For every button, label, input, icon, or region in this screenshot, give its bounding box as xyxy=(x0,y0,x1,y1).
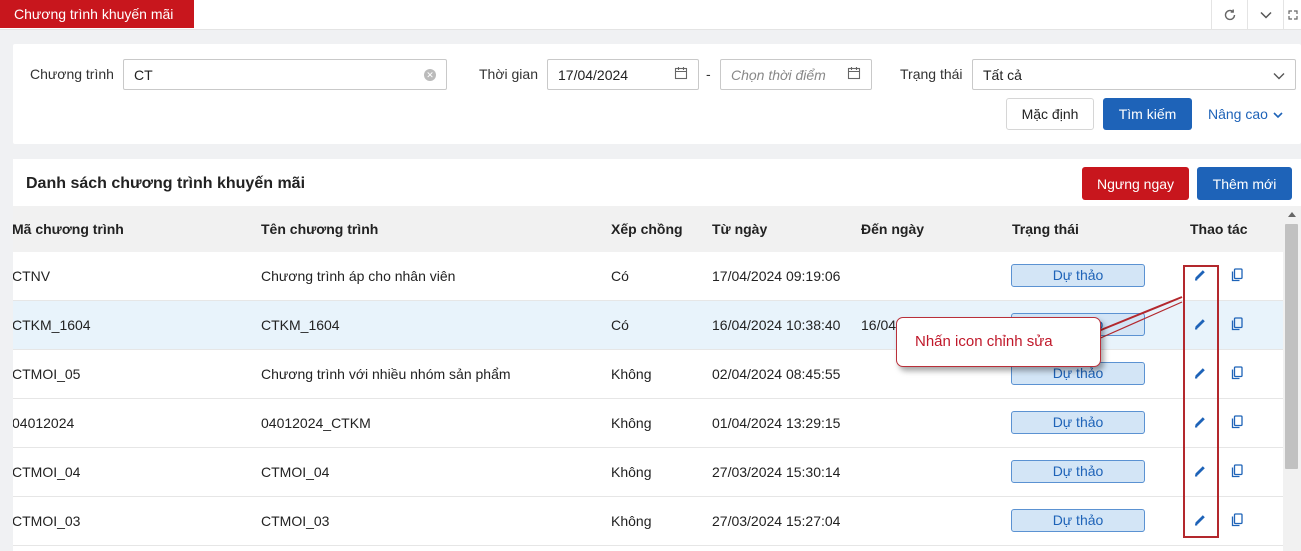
col-name[interactable]: Tên chương trình xyxy=(261,221,378,237)
refresh-icon[interactable] xyxy=(1211,0,1247,30)
status-badge: Dự thảo xyxy=(1011,411,1145,434)
advanced-link-label: Nâng cao xyxy=(1208,106,1268,122)
expand-icon[interactable] xyxy=(1283,0,1301,30)
edit-icon[interactable] xyxy=(1191,462,1209,480)
table-header: Mã chương trình Tên chương trình Xếp chồ… xyxy=(13,206,1283,252)
advanced-link[interactable]: Nâng cao xyxy=(1208,106,1283,122)
edit-icon[interactable] xyxy=(1191,413,1209,431)
cell-name: Chương trình áp cho nhân viên xyxy=(261,268,456,284)
table-row[interactable]: 04012024 04012024_CTKM Không 01/04/2024 13:… xyxy=(13,399,1283,448)
date-separator: - xyxy=(706,66,711,82)
cell-name: Chương trình với nhiều nhóm sản phẩm xyxy=(261,366,511,382)
cell-name: CTMOI_03 xyxy=(261,513,330,529)
edit-icon[interactable] xyxy=(1191,266,1209,284)
cell-name: 04012024_CTKM xyxy=(261,415,371,431)
col-to-date[interactable]: Đến ngày xyxy=(861,221,924,237)
copy-icon[interactable] xyxy=(1228,266,1246,284)
status-badge: Dự thảo xyxy=(1011,264,1145,287)
top-bar: Chương trình khuyến mãi xyxy=(0,0,1301,30)
vertical-scrollbar[interactable] xyxy=(1283,206,1301,551)
cell-code[interactable]: CTMOI_04 xyxy=(13,464,80,480)
date-to-placeholder: Chọn thời điểm xyxy=(731,66,826,83)
edit-icon[interactable] xyxy=(1191,511,1209,529)
cell-stack: Không xyxy=(611,513,652,529)
default-button[interactable]: Mặc định xyxy=(1006,98,1094,130)
cell-stack: Không xyxy=(611,366,652,382)
table-row[interactable]: CTNV Chương trình áp cho nhân viên Có 17/04… xyxy=(13,252,1283,301)
copy-icon[interactable] xyxy=(1228,364,1246,382)
col-status[interactable]: Trạng thái xyxy=(1012,221,1079,237)
chevron-down-icon[interactable] xyxy=(1247,0,1283,30)
status-label: Trạng thái xyxy=(900,66,963,82)
calendar-icon[interactable] xyxy=(847,66,861,83)
chevron-down-icon xyxy=(1273,67,1285,83)
cell-to: 16/04 xyxy=(861,317,897,333)
cell-from: 27/03/2024 15:30:14 xyxy=(712,464,841,480)
status-select-value: Tất cả xyxy=(983,66,1022,83)
scroll-up-icon[interactable] xyxy=(1283,208,1301,220)
edit-icon[interactable] xyxy=(1191,315,1209,333)
scroll-thumb[interactable] xyxy=(1285,224,1298,469)
cell-code[interactable]: CTKM_1604 xyxy=(13,317,91,333)
cell-code[interactable]: 04012024 xyxy=(13,415,74,431)
col-code[interactable]: Mã chương trình xyxy=(13,221,124,237)
copy-icon[interactable] xyxy=(1228,511,1246,529)
cell-stack: Không xyxy=(611,464,652,480)
table-row[interactable]: CTMOI_04 CTMOI_04 Không 27/03/2024 15:30:14… xyxy=(13,448,1283,497)
edit-icon[interactable] xyxy=(1191,364,1209,382)
cell-from: 27/03/2024 15:27:04 xyxy=(712,513,841,529)
clear-icon[interactable]: ✕ xyxy=(424,68,436,81)
chevron-down-icon xyxy=(1273,106,1283,122)
col-stack[interactable]: Xếp chồng xyxy=(611,221,683,237)
time-label: Thời gian xyxy=(479,66,538,82)
cell-stack: Không xyxy=(611,415,652,431)
stop-now-button[interactable]: Ngưng ngay xyxy=(1082,167,1189,200)
cell-from: 01/04/2024 13:29:15 xyxy=(712,415,841,431)
program-search-input[interactable]: CT ✕ xyxy=(123,59,447,90)
copy-icon[interactable] xyxy=(1228,413,1246,431)
date-from-input[interactable]: 17/04/2024 xyxy=(547,59,699,90)
cell-code[interactable]: CTMOI_03 xyxy=(13,513,80,529)
date-to-input[interactable]: Chọn thời điểm xyxy=(720,59,872,90)
table-row[interactable]: CTMOI_03 CTMOI_03 Không 27/03/2024 15:27:04… xyxy=(13,497,1283,546)
cell-stack: Có xyxy=(611,317,629,333)
program-input-value: CT xyxy=(134,66,153,83)
cell-stack: Có xyxy=(611,268,629,284)
list-title: Danh sách chương trình khuyến mãi xyxy=(26,175,306,192)
cell-name: CTKM_1604 xyxy=(261,317,340,333)
status-badge: Dự thảo xyxy=(1011,509,1145,532)
cell-from: 17/04/2024 09:19:06 xyxy=(712,268,841,284)
program-label: Chương trình xyxy=(30,66,114,82)
cell-from: 02/04/2024 08:45:55 xyxy=(712,366,841,382)
col-actions: Thao tác xyxy=(1190,221,1248,237)
add-new-button[interactable]: Thêm mới xyxy=(1197,167,1292,200)
cell-from: 16/04/2024 10:38:40 xyxy=(712,317,841,333)
search-button[interactable]: Tìm kiếm xyxy=(1103,98,1192,130)
copy-icon[interactable] xyxy=(1228,462,1246,480)
date-from-value: 17/04/2024 xyxy=(558,66,629,83)
cell-name: CTMOI_04 xyxy=(261,464,330,480)
status-badge: Dự thảo xyxy=(1011,460,1145,483)
tab-promotion-program[interactable]: Chương trình khuyến mãi xyxy=(0,0,194,28)
cell-code[interactable]: CTMOI_05 xyxy=(13,366,80,382)
cell-code[interactable]: CTNV xyxy=(13,268,50,284)
program-list-panel: Danh sách chương trình khuyến mãi Ngưng … xyxy=(13,159,1301,551)
edit-icon-callout: Nhấn icon chỉnh sửa xyxy=(896,317,1101,367)
calendar-icon[interactable] xyxy=(674,66,688,83)
status-select[interactable]: Tất cả xyxy=(972,59,1296,90)
copy-icon[interactable] xyxy=(1228,315,1246,333)
filter-panel: Chương trình CT ✕ Thời gian 17/04/2024 -… xyxy=(13,44,1301,144)
col-from-date[interactable]: Từ ngày xyxy=(712,221,767,237)
